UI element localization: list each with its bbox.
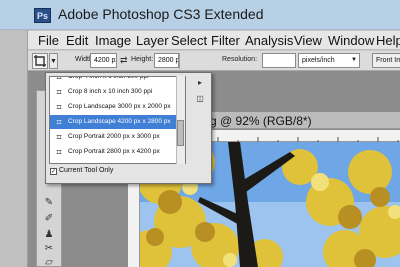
document-title-bar: 00.jpg @ 92% (RGB/8*)	[182, 112, 400, 129]
preset-list: ⌗ Crop 4 inch x 6 inch 300 ppi ⌗ Crop 8 …	[49, 76, 186, 164]
swap-dimensions-icon[interactable]: ⇄	[120, 55, 128, 66]
resolution-units-select[interactable]: pixels/inch ▼	[298, 53, 360, 68]
menu-help[interactable]: Help	[376, 33, 400, 48]
menu-image[interactable]: Image	[95, 33, 131, 48]
preset-label: Crop 8 inch x 10 inch 300 ppi	[68, 88, 153, 95]
list-item[interactable]: ⌗ Crop Portrait 2800 px x 4200 px	[50, 145, 178, 159]
app-title: Adobe Photoshop CS3 Extended	[58, 6, 264, 22]
crop-preset-icon: ⌗	[56, 76, 62, 82]
list-item[interactable]: ⌗ Crop Portrait 2000 px x 3000 px	[50, 130, 178, 144]
crop-preset-icon: ⌗	[56, 147, 62, 157]
preset-label: Crop Portrait 2000 px x 3000 px	[68, 133, 160, 140]
menu-select[interactable]: Select	[171, 33, 207, 48]
menu-file[interactable]: File	[38, 33, 59, 48]
preset-label: Crop 4 inch x 6 inch 300 ppi	[68, 76, 149, 80]
menu-analysis[interactable]: Analysis	[245, 33, 293, 48]
list-item[interactable]: ⌗ Crop 8 inch x 10 inch 300 ppi	[50, 85, 178, 99]
current-tool-only-checkbox[interactable]: ✓	[50, 168, 57, 175]
brush-tool-icon[interactable]: ✎	[41, 196, 57, 210]
crop-preset-button[interactable]	[32, 53, 48, 69]
preset-dropdown-arrow-icon[interactable]: ▼	[49, 53, 58, 69]
menu-layer[interactable]: Layer	[136, 33, 169, 48]
menu-view[interactable]: View	[294, 33, 322, 48]
crop-preset-icon: ⌗	[56, 132, 62, 142]
left-panel-strip	[0, 30, 28, 267]
scrollbar-thumb[interactable]	[177, 120, 184, 146]
title-bar: Ps Adobe Photoshop CS3 Extended	[0, 0, 400, 30]
menu-bar: File Edit Image Layer Select Filter Anal…	[28, 31, 400, 50]
list-item-selected[interactable]: ⌗ Crop Landscape 4200 px x 2800 px	[50, 115, 178, 129]
menu-filter[interactable]: Filter	[211, 33, 240, 48]
preset-label: Crop Landscape 3000 px x 2000 px	[68, 103, 171, 110]
options-separator	[179, 53, 180, 69]
menu-edit[interactable]: Edit	[66, 33, 88, 48]
pencil-tool-icon[interactable]: ✐	[41, 212, 57, 226]
list-item[interactable]: ⌗ Crop Landscape 3000 px x 2000 px	[50, 100, 178, 114]
preset-label: Crop Landscape 4200 px x 2800 px	[68, 118, 171, 125]
new-preset-icon[interactable]: ◫	[194, 93, 206, 105]
preset-label: Crop Portrait 2800 px x 4200 px	[68, 148, 160, 155]
crop-preset-icon: ⌗	[56, 87, 62, 97]
list-item[interactable]: ⌗ Crop 4 inch x 6 inch 300 ppi	[50, 76, 178, 84]
resolution-units-value: pixels/inch	[302, 57, 335, 64]
resolution-field[interactable]	[262, 53, 296, 68]
eraser-tool-icon[interactable]: ▱	[41, 256, 57, 267]
picker-menu-arrow-icon[interactable]: ▸	[194, 77, 206, 89]
photoshop-logo-icon: Ps	[34, 8, 51, 23]
menu-window[interactable]: Window	[328, 33, 374, 48]
history-brush-tool-icon[interactable]: ✂	[41, 242, 57, 256]
chevron-down-icon: ▼	[351, 57, 357, 63]
clone-stamp-tool-icon[interactable]: ♟	[41, 228, 57, 242]
height-label: Height:	[131, 56, 154, 63]
crop-icon	[34, 55, 46, 67]
crop-preset-icon: ⌗	[56, 117, 62, 127]
front-image-button[interactable]: Front Image	[372, 53, 400, 68]
resolution-label: Resolution:	[222, 56, 258, 63]
width-field[interactable]: 4200 px	[90, 53, 117, 68]
crop-preset-icon: ⌗	[56, 102, 62, 112]
current-tool-only-label: Current Tool Only	[59, 167, 114, 174]
height-field[interactable]: 2800 px	[154, 53, 179, 68]
